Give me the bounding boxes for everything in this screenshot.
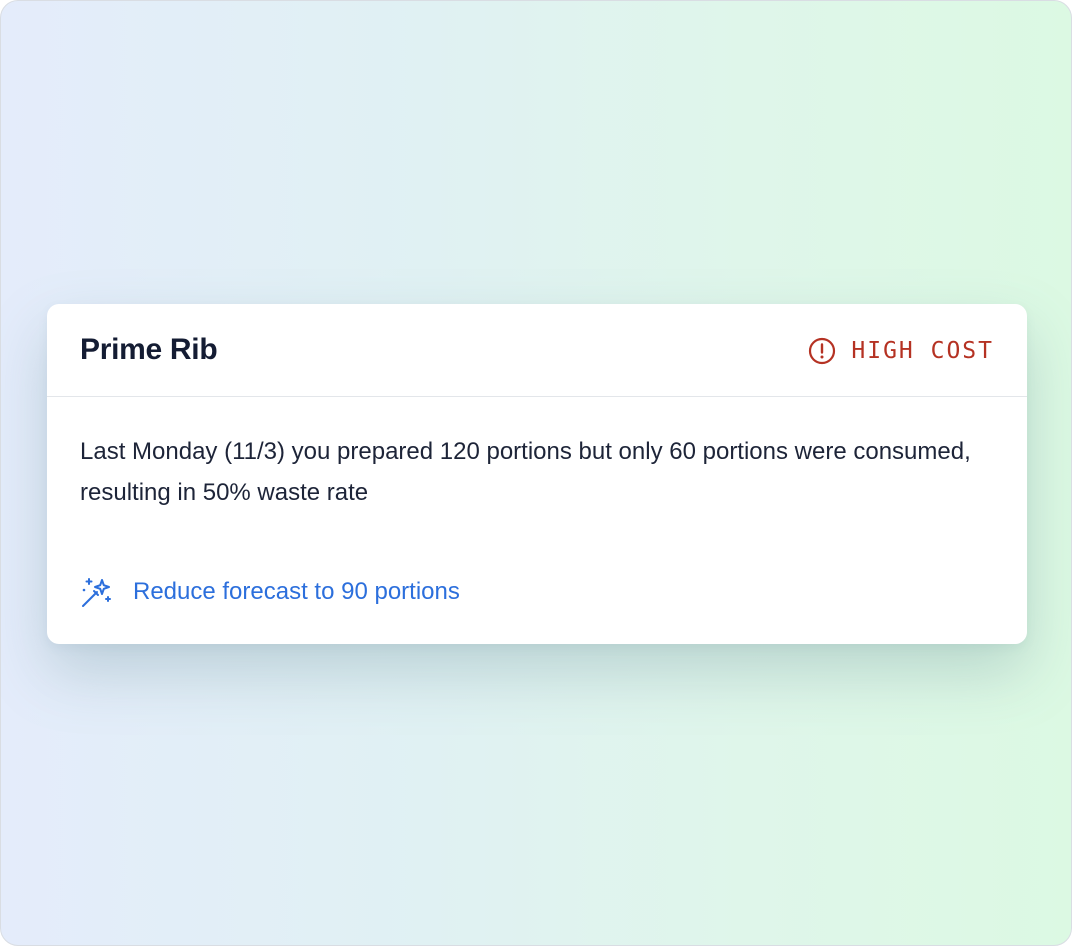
high-cost-badge: HIGH COST [808,336,994,366]
reduce-forecast-label: Reduce forecast to 90 portions [133,578,460,605]
insight-card: Prime Rib HIGH COST Last Monday (11/3) y… [47,304,1027,644]
card-title: Prime Rib [80,333,218,366]
waste-message: Last Monday (11/3) you prepared 120 port… [80,438,971,506]
background-frame: Prime Rib HIGH COST Last Monday (11/3) y… [0,0,1072,946]
reduce-forecast-button[interactable]: Reduce forecast to 90 portions [80,575,460,609]
alert-circle-icon [808,337,836,365]
magic-wand-icon [80,575,114,609]
card-header: Prime Rib HIGH COST [47,304,1027,397]
badge-label: HIGH COST [851,338,994,364]
